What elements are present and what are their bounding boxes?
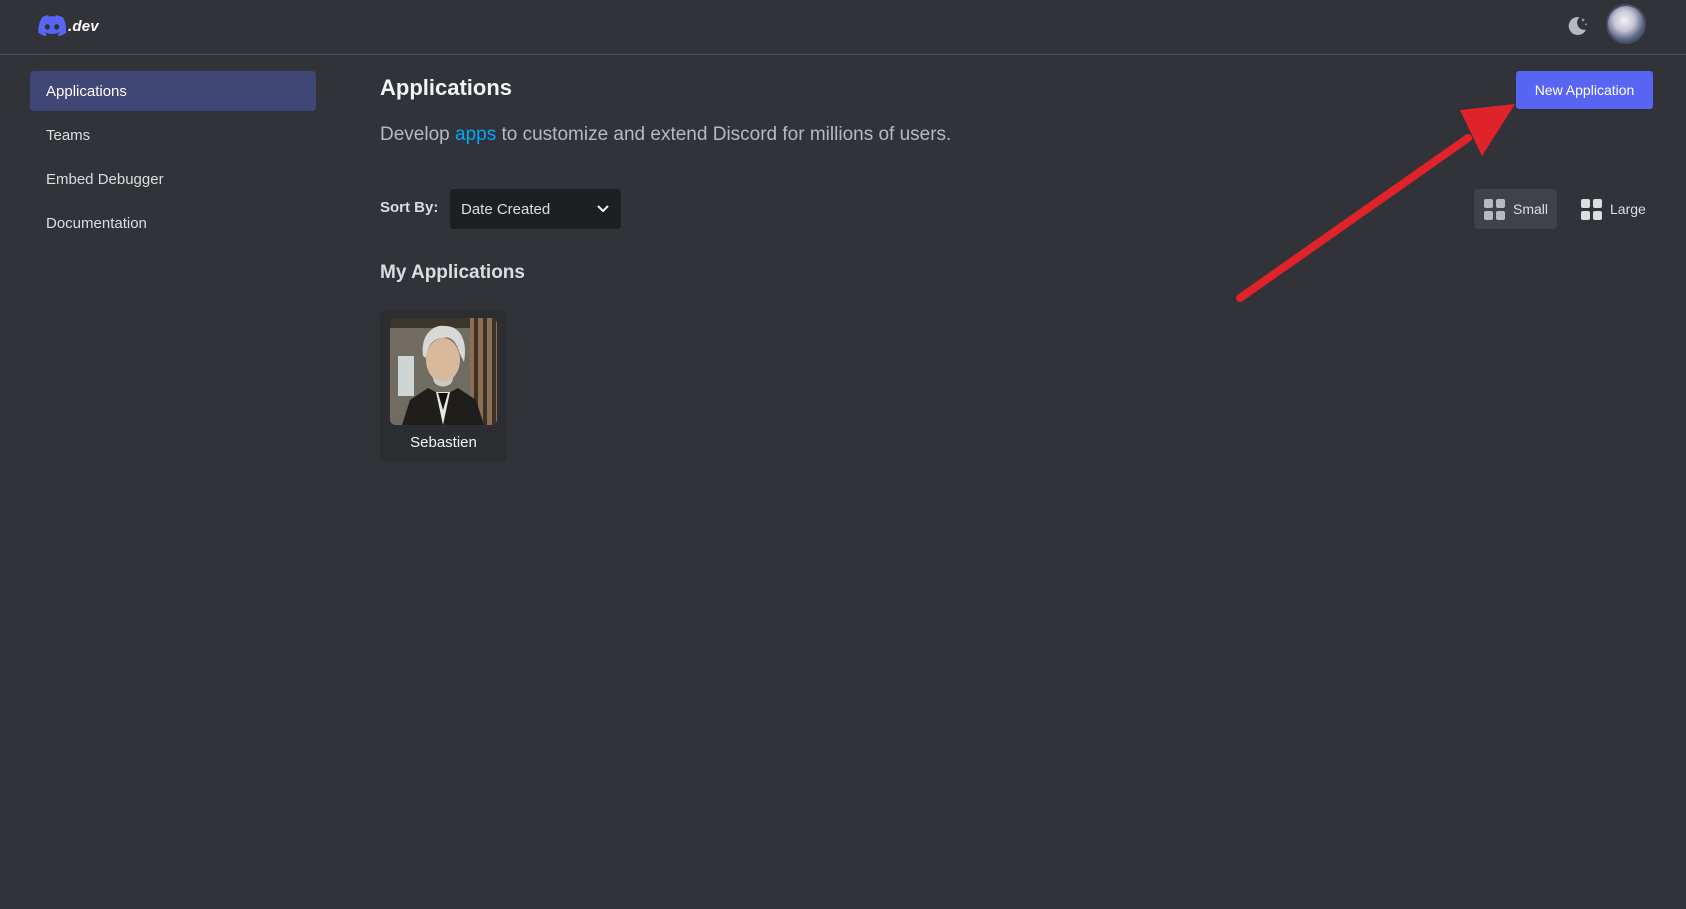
sidebar-item-teams[interactable]: Teams <box>30 115 316 155</box>
view-large-label: Large <box>1610 201 1646 217</box>
sidebar-item-embed-debugger[interactable]: Embed Debugger <box>30 159 316 199</box>
my-applications-heading: My Applications <box>380 262 525 283</box>
view-small-label: Small <box>1513 201 1549 217</box>
apps-link[interactable]: apps <box>455 124 496 145</box>
grid-small-icon <box>1484 198 1505 220</box>
sort-select[interactable]: Date Created <box>450 189 621 229</box>
sidebar-item-applications[interactable]: Applications <box>30 71 316 111</box>
sidebar-item-label: Teams <box>46 126 91 144</box>
sidebar-item-label: Documentation <box>46 214 147 232</box>
sidebar-nav: Applications Teams Embed Debugger Docume… <box>30 71 316 247</box>
subtitle-prefix: Develop <box>380 124 455 145</box>
new-application-button[interactable]: New Application <box>1516 71 1653 109</box>
application-card[interactable]: Sebastien <box>380 310 507 462</box>
sort-selected-value: Date Created <box>461 200 551 218</box>
app-portrait-icon <box>390 318 497 425</box>
application-name: Sebastien <box>410 434 477 451</box>
page-title: Applications <box>380 75 513 100</box>
view-small-button[interactable]: Small <box>1474 189 1557 229</box>
sidebar-item-label: Applications <box>46 82 127 100</box>
logo-text: .dev <box>68 17 99 35</box>
sort-by-label: Sort By: <box>380 199 439 216</box>
subtitle-suffix: to customize and extend Discord for mill… <box>496 124 952 145</box>
discord-dev-logo[interactable]: .dev <box>38 14 99 38</box>
main-content: Applications Develop apps to customize a… <box>380 0 1660 909</box>
chevron-down-icon <box>597 205 609 212</box>
sidebar-item-documentation[interactable]: Documentation <box>30 203 316 243</box>
page-subtitle: Develop apps to customize and extend Dis… <box>380 124 951 146</box>
grid-large-icon <box>1581 198 1602 220</box>
view-large-button[interactable]: Large <box>1571 189 1657 229</box>
sidebar-item-label: Embed Debugger <box>46 170 164 188</box>
discord-logo-icon <box>38 15 66 37</box>
